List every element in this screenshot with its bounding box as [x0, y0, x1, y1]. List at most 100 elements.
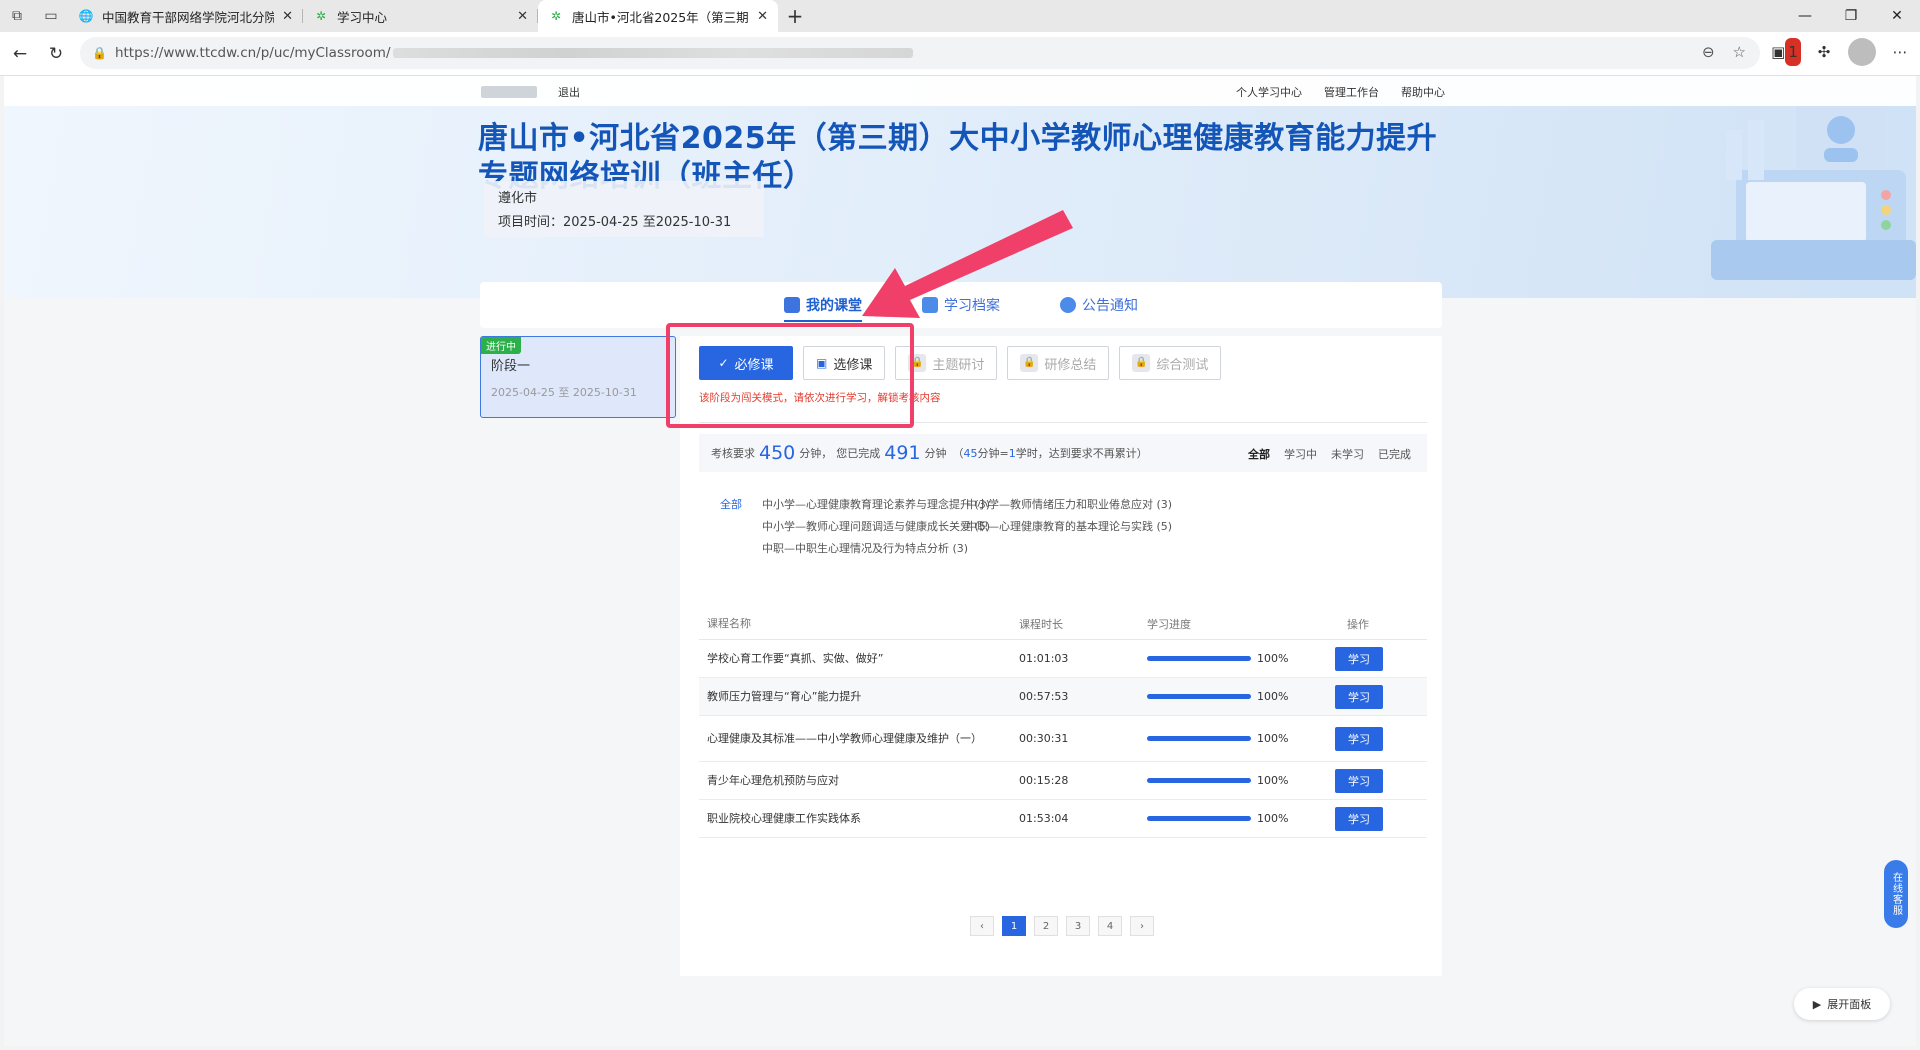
lock-icon[interactable]: 🔒	[92, 46, 107, 60]
study-button[interactable]: 学习	[1335, 726, 1383, 751]
logout-link[interactable]: 退出	[558, 84, 580, 100]
username-redacted	[481, 86, 537, 98]
page-button[interactable]: 1	[1002, 916, 1026, 936]
study-button[interactable]: 学习	[1335, 768, 1383, 793]
next-page-button[interactable]: ›	[1130, 916, 1154, 936]
restore-icon[interactable]: ❐	[1828, 0, 1874, 32]
prev-page-button[interactable]: ‹	[970, 916, 994, 936]
category-all[interactable]: 全部	[720, 496, 742, 512]
favorite-star-icon[interactable]: ☆	[1733, 43, 1746, 61]
close-window-icon[interactable]: ✕	[1874, 0, 1920, 32]
study-button[interactable]: 学习	[1335, 806, 1383, 831]
browser-tab-1[interactable]: 🌐 中国教育干部网络学院河北分院 ✕	[68, 0, 303, 32]
required-minutes: 450	[759, 442, 796, 464]
category-item[interactable]: 中小学—心理健康教育理论素养与理念提升 (3)	[762, 496, 990, 512]
tab-study-records[interactable]: 学习档案	[922, 282, 1000, 328]
category-item[interactable]: 中小学—教师心理问题调适与健康成长关爱 (5)	[762, 518, 990, 534]
classroom-icon	[784, 297, 800, 313]
url-redacted	[392, 48, 913, 58]
close-icon[interactable]: ✕	[517, 9, 528, 24]
completed-minutes: 491	[884, 442, 921, 464]
tab-my-classroom[interactable]: 我的课堂	[784, 282, 862, 328]
header-action: 操作	[1347, 617, 1369, 631]
study-summary-button[interactable]: 🔒 研修总结	[1007, 346, 1110, 380]
study-button[interactable]: 学习	[1335, 684, 1383, 709]
tab-actions-icon[interactable]: ▭	[34, 0, 68, 32]
period-value: 2025-04-25 至2025-10-31	[563, 215, 732, 230]
stage-name: 阶段一	[491, 359, 531, 374]
course-name: 职业院校心理健康工作实践体系	[707, 811, 861, 825]
page-button[interactable]: 4	[1098, 916, 1122, 936]
course-city: 遵化市	[498, 191, 538, 206]
help-center-link[interactable]: 帮助中心	[1401, 84, 1445, 100]
workspaces-icon[interactable]: ⧉	[0, 0, 34, 32]
expand-panel-button[interactable]: ▶ 展开面板	[1794, 988, 1890, 1020]
progress-text: 100%	[1257, 690, 1289, 703]
status-filters: 全部 学习中 未学习 已完成	[1248, 446, 1411, 462]
lock-icon: 🔒	[1020, 354, 1039, 372]
browser-tab-3[interactable]: ✲ 唐山市•河北省2025年（第三期） ✕	[538, 0, 778, 32]
table-row: 职业院校心理健康工作实践体系 01:53:04 100% 学习	[699, 800, 1427, 838]
course-duration: 01:53:04	[1019, 812, 1069, 825]
browser-tab-bar: ⧉ ▭ 🌐 中国教育干部网络学院河北分院 ✕ ✲ 学习中心 ✕ ✲ 唐山市•河北…	[0, 0, 1920, 32]
tab-label: 学习档案	[944, 298, 1000, 314]
tab-title: 唐山市•河北省2025年（第三期）	[572, 9, 750, 25]
extensions-icon[interactable]: ✣	[1810, 38, 1838, 66]
annotation-highlight-box	[666, 323, 914, 428]
stage-card[interactable]: 进行中 阶段一 2025-04-25 至 2025-10-31	[480, 336, 676, 418]
back-icon[interactable]: ←	[2, 36, 38, 72]
comprehensive-test-button[interactable]: 🔒 综合测试	[1119, 346, 1222, 380]
course-name: 学校心育工作要“真抓、实做、做好”	[707, 651, 884, 665]
page-button[interactable]: 3	[1066, 916, 1090, 936]
window-controls: — ❐ ✕	[1782, 0, 1920, 32]
filter-in-progress[interactable]: 学习中	[1284, 446, 1317, 462]
tab-announcements[interactable]: 公告通知	[1060, 282, 1138, 328]
conversion-minutes: 45	[963, 446, 978, 460]
progress-text: 100%	[1257, 652, 1289, 665]
filter-completed[interactable]: 已完成	[1378, 446, 1411, 462]
play-icon: ▶	[1812, 997, 1822, 1011]
page-button[interactable]: 2	[1034, 916, 1058, 936]
url-text: https://www.ttcdw.cn/p/uc/myClassroom/	[114, 45, 391, 61]
stage-dates: 2025-04-25 至 2025-10-31	[491, 386, 637, 399]
minimize-icon[interactable]: —	[1782, 0, 1828, 32]
filter-not-started[interactable]: 未学习	[1331, 446, 1364, 462]
menu-icon[interactable]: ⋯	[1886, 38, 1914, 66]
course-duration: 00:57:53	[1019, 690, 1069, 703]
zoom-icon[interactable]: ⊖	[1702, 43, 1715, 61]
close-icon[interactable]: ✕	[282, 9, 293, 24]
filter-all[interactable]: 全部	[1248, 446, 1270, 462]
admin-workbench-link[interactable]: 管理工作台	[1324, 84, 1379, 100]
table-row: 心理健康及其标准——中小学教师心理健康及维护（一） 00:30:31 100% …	[699, 716, 1427, 762]
progress-text: 100%	[1257, 732, 1289, 745]
notifications-icon[interactable]: ▣ 1	[1771, 38, 1801, 66]
course-duration: 00:30:31	[1019, 732, 1069, 745]
lock-icon: 🔒	[1132, 354, 1151, 372]
expand-label: 展开面板	[1827, 998, 1872, 1011]
personal-center-link[interactable]: 个人学习中心	[1236, 84, 1302, 100]
refresh-icon[interactable]: ↻	[38, 36, 74, 72]
table-header: 课程名称 课程时长 学习进度 操作	[699, 608, 1427, 640]
progress-bar	[1147, 694, 1251, 699]
progress-bar	[1147, 816, 1251, 821]
new-tab-icon[interactable]: +	[778, 0, 812, 32]
course-name: 心理健康及其标准——中小学教师心理健康及维护（一）	[707, 731, 982, 745]
course-duration: 00:15:28	[1019, 774, 1069, 787]
browser-tab-2[interactable]: ✲ 学习中心 ✕	[303, 0, 538, 32]
progress-bar	[1147, 736, 1251, 741]
close-icon[interactable]: ✕	[757, 9, 768, 24]
study-button[interactable]: 学习	[1335, 646, 1383, 671]
category-item[interactable]: 中职—中职生心理情况及行为特点分析 (3)	[762, 540, 968, 556]
paren: （	[952, 447, 964, 460]
profile-avatar[interactable]	[1848, 38, 1876, 66]
online-service-button[interactable]: 在线客服	[1884, 860, 1908, 928]
course-duration: 01:01:03	[1019, 652, 1069, 665]
site-logo-icon: ✲	[550, 9, 562, 23]
status-badge: 进行中	[481, 337, 521, 354]
unit-label: 分钟	[924, 447, 947, 460]
category-item[interactable]: 中职—心理健康教育的基本理论与实践 (5)	[966, 518, 1172, 534]
pagination: ‹ 1 2 3 4 ›	[970, 916, 1154, 936]
category-item[interactable]: 中小学—教师情绪压力和职业倦怠应对 (3)	[966, 496, 1172, 512]
url-field[interactable]: 🔒 https://www.ttcdw.cn/p/uc/myClassroom/…	[80, 37, 1760, 69]
site-top-nav: 退出 个人学习中心 管理工作台 帮助中心	[4, 76, 1916, 106]
